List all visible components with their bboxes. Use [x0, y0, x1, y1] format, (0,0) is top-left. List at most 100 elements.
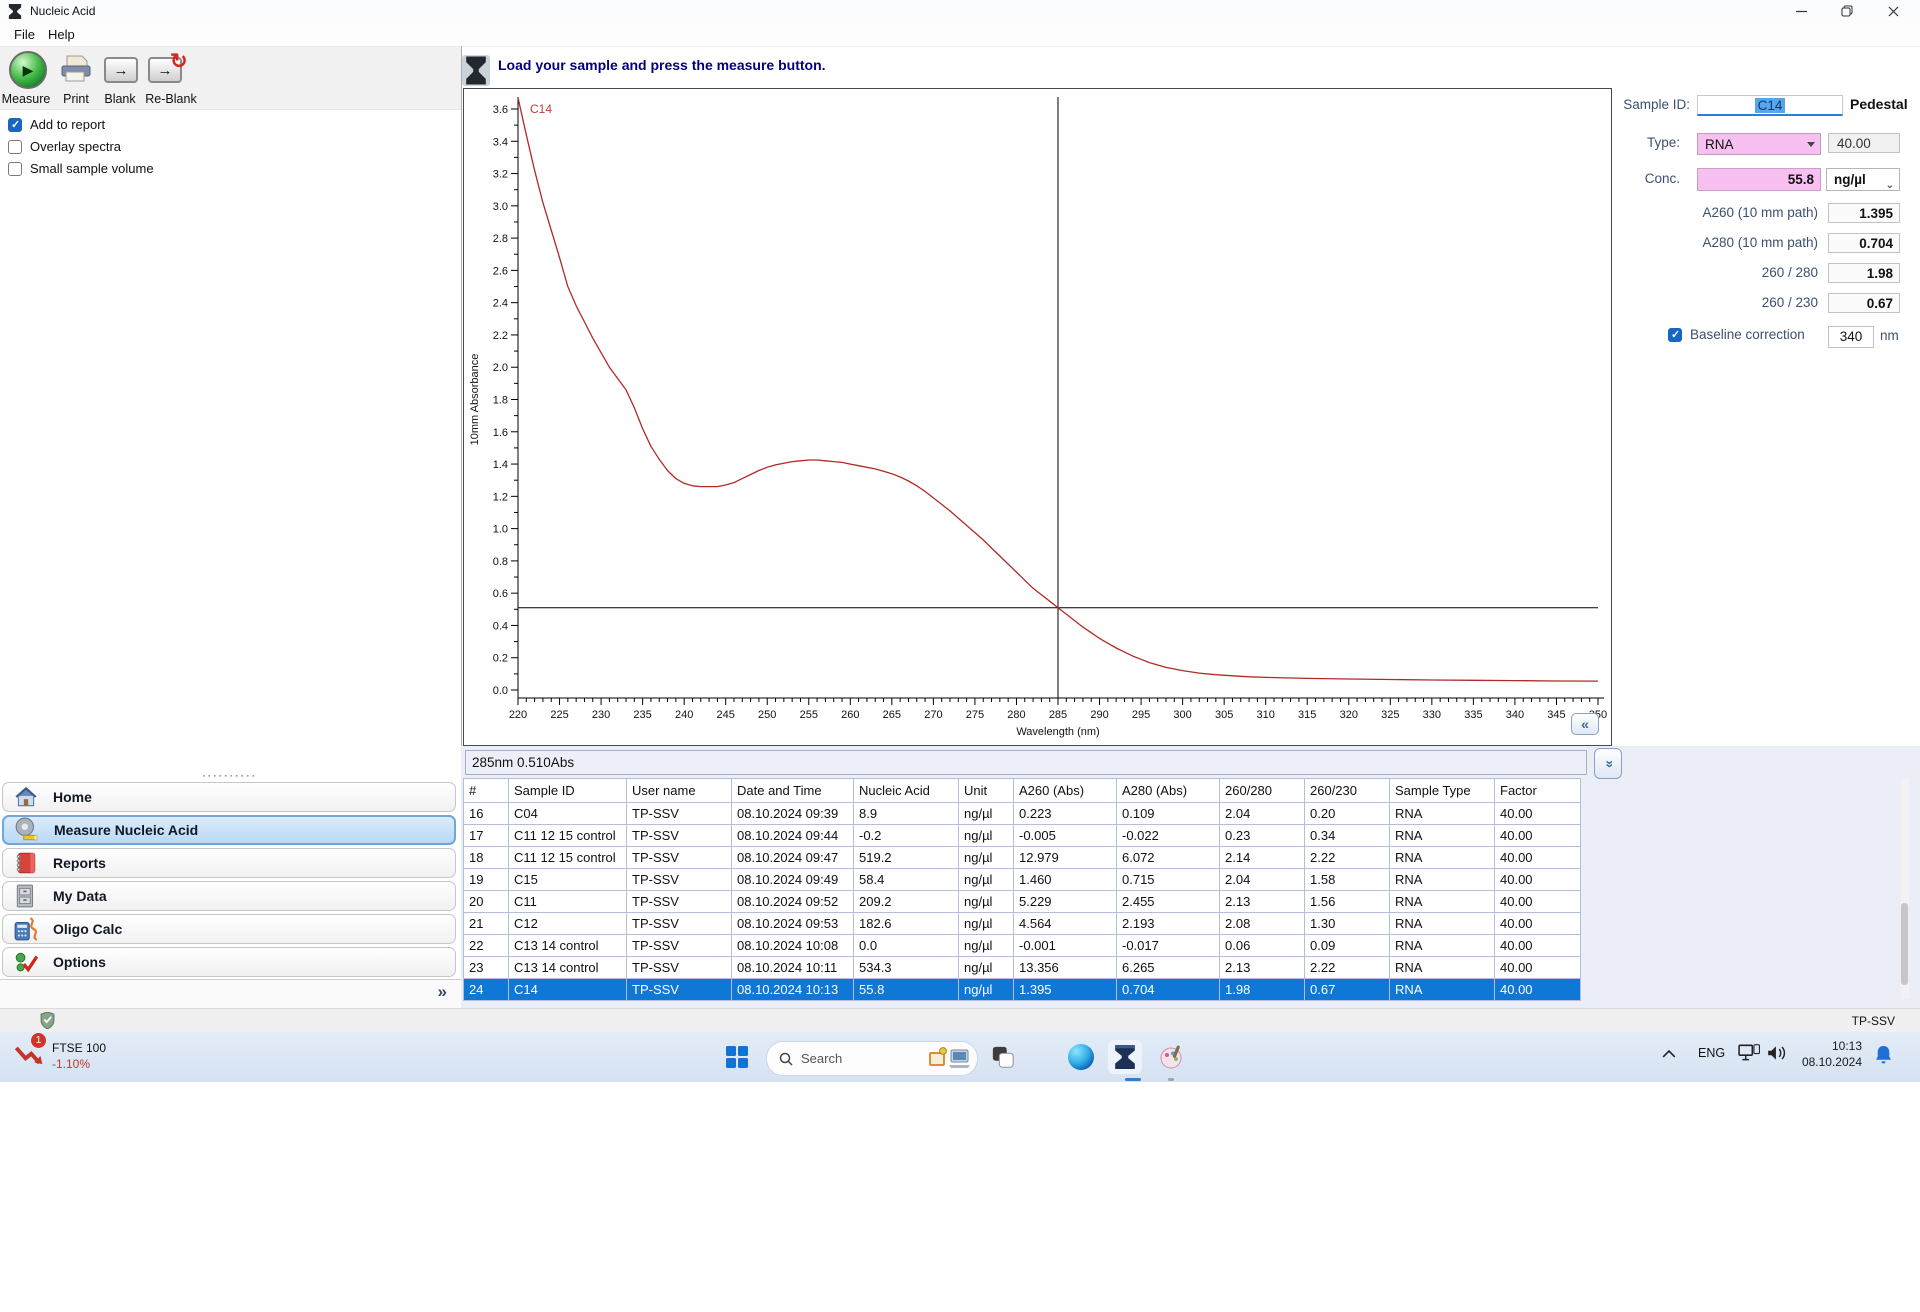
- table-row[interactable]: 19 C15 TP-SSV 08.10.2024 09:49 58.4 ng/µl 1.46…: [463, 868, 1581, 891]
- add-to-report-checkbox[interactable]: Add to report: [8, 117, 105, 132]
- table-header-cell[interactable]: 260/230: [1304, 778, 1390, 803]
- close-icon: [1888, 6, 1898, 16]
- checkbox-icon[interactable]: [1668, 327, 1682, 342]
- clock[interactable]: 10:13 08.10.2024: [1802, 1038, 1862, 1070]
- checkbox-icon[interactable]: [8, 161, 22, 176]
- blank-arrow-icon: →: [104, 57, 138, 83]
- tray-date: 08.10.2024: [1801, 1055, 1862, 1070]
- sidebar-item-home[interactable]: Home: [2, 782, 456, 812]
- conc-value-field[interactable]: 55.8: [1697, 168, 1821, 191]
- table-row[interactable]: 17 C11 12 15 control TP-SSV 08.10.2024 09:4…: [463, 824, 1581, 847]
- reblank-button[interactable]: → ↻: [148, 51, 188, 83]
- paint-app-button[interactable]: [1154, 1040, 1188, 1074]
- table-row[interactable]: 20 C11 TP-SSV 08.10.2024 09:52 209.2 ng/µl 5.2…: [463, 890, 1581, 913]
- baseline-correction-checkbox[interactable]: Baseline correction: [1668, 327, 1805, 342]
- close-button[interactable]: [1871, 0, 1915, 22]
- chevron-down-icon: [1807, 142, 1815, 147]
- checkbox-icon[interactable]: [8, 139, 22, 154]
- table-header-cell[interactable]: User name: [626, 778, 732, 803]
- tray-hidden-icons-button[interactable]: [1662, 1046, 1676, 1064]
- sidebar-item-my-data[interactable]: My Data: [2, 881, 456, 911]
- collapse-table-button[interactable]: «: [1594, 748, 1622, 779]
- svg-text:C14: C14: [530, 102, 552, 116]
- taskbar-search[interactable]: Search: [766, 1041, 978, 1076]
- sidebar-item-options[interactable]: Options: [2, 947, 456, 977]
- svg-text:1.2: 1.2: [493, 491, 508, 503]
- svg-text:3.2: 3.2: [493, 169, 508, 181]
- active-app-indicator: [1125, 1078, 1141, 1081]
- sample-id-input[interactable]: C14: [1697, 95, 1843, 116]
- minimize-button[interactable]: [1779, 0, 1823, 22]
- conc-unit-dropdown[interactable]: ng/µl ⌄: [1826, 168, 1900, 191]
- table-scrollbar-thumb[interactable]: [1901, 903, 1908, 985]
- sidebar-item-measure-nucleic-acid[interactable]: Measure Nucleic Acid: [2, 815, 456, 845]
- start-button[interactable]: [720, 1040, 754, 1074]
- volume-icon[interactable]: [1766, 1044, 1788, 1067]
- table-row[interactable]: 18 C11 12 15 control TP-SSV 08.10.2024 09:4…: [463, 846, 1581, 869]
- a260-label: A260 (10 mm path): [1702, 205, 1818, 220]
- edge-browser-button[interactable]: [1064, 1040, 1098, 1074]
- type-label: Type:: [1646, 135, 1680, 150]
- svg-text:220: 220: [509, 709, 527, 721]
- blank-button[interactable]: →: [104, 57, 138, 83]
- table-header-cell[interactable]: A280 (Abs): [1116, 778, 1220, 803]
- svg-text:0.4: 0.4: [493, 620, 508, 632]
- type-dropdown[interactable]: RNA: [1697, 133, 1821, 155]
- menu-help[interactable]: Help: [44, 26, 79, 43]
- svg-text:3.4: 3.4: [493, 136, 508, 148]
- nanodrop-app-button[interactable]: [1108, 1040, 1142, 1074]
- minimize-icon: [1795, 10, 1807, 12]
- sidebar-item-oligo-calc[interactable]: Oligo Calc: [2, 914, 456, 944]
- spectrum-chart[interactable]: 220 225 230 235 240 245 250 255 260 265 270 275 280 2…: [464, 89, 1611, 745]
- svg-text:2.4: 2.4: [493, 298, 508, 310]
- conc-label: Conc.: [1644, 171, 1680, 186]
- table-row[interactable]: 24 C14 TP-SSV 08.10.2024 10:13 55.8 ng/µl 1.39…: [463, 978, 1581, 1001]
- table-header-cell[interactable]: 260/280: [1219, 778, 1305, 803]
- table-row[interactable]: 16 C04 TP-SSV 08.10.2024 09:39 8.9 ng/µl 0.223…: [463, 802, 1581, 825]
- desktop: { "window": { "title": "Nucleic Acid" },…: [0, 0, 1920, 1312]
- sidebar-item-reports[interactable]: Reports: [2, 848, 456, 878]
- print-button[interactable]: [59, 54, 93, 89]
- notifications-button[interactable]: [1875, 1045, 1892, 1069]
- baseline-wavelength-field[interactable]: 340: [1828, 326, 1874, 348]
- overlay-spectra-checkbox[interactable]: Overlay spectra: [8, 139, 121, 154]
- svg-text:Wavelength (nm): Wavelength (nm): [1016, 726, 1099, 738]
- small-sample-volume-checkbox[interactable]: Small sample volume: [8, 161, 154, 176]
- table-row[interactable]: 22 C13 14 control TP-SSV 08.10.2024 10:08 0.…: [463, 934, 1581, 957]
- sidebar-expand-button[interactable]: »: [438, 982, 447, 1002]
- running-app-indicator: [1168, 1078, 1174, 1081]
- cursor-readout-field[interactable]: 285nm 0.510Abs: [465, 750, 1587, 775]
- task-view-button[interactable]: [986, 1040, 1020, 1074]
- table-header-cell[interactable]: A260 (Abs): [1013, 778, 1117, 803]
- baseline-unit-label: nm: [1880, 328, 1899, 343]
- table-header-cell[interactable]: #: [463, 778, 509, 803]
- table-header-cell[interactable]: Date and Time: [731, 778, 854, 803]
- table-header-cell[interactable]: Unit: [958, 778, 1014, 803]
- restore-button[interactable]: [1825, 0, 1869, 22]
- tray-time: 10:13: [1831, 1039, 1862, 1053]
- table-row[interactable]: 21 C12 TP-SSV 08.10.2024 09:53 182.6 ng/µl 4.5…: [463, 912, 1581, 935]
- checkbox-icon[interactable]: [8, 117, 22, 132]
- svg-text:320: 320: [1340, 709, 1358, 721]
- table-header-cell[interactable]: Sample ID: [508, 778, 627, 803]
- measure-button[interactable]: ▶: [9, 51, 47, 89]
- table-header-cell[interactable]: Nucleic Acid: [853, 778, 959, 803]
- svg-text:305: 305: [1215, 709, 1233, 721]
- panel-splitter-handle[interactable]: ▪▪▪▪▪▪▪▪▪▪: [160, 773, 300, 780]
- table-header-cell[interactable]: Factor: [1494, 778, 1581, 803]
- menu-file[interactable]: File: [10, 26, 39, 43]
- windows-logo-icon: [726, 1046, 748, 1068]
- baseline-correction-label: Baseline correction: [1690, 327, 1805, 342]
- collapse-panel-button[interactable]: «: [1571, 713, 1599, 735]
- ratio-260-230-value: 0.67: [1828, 293, 1900, 313]
- table-header-cell[interactable]: Sample Type: [1389, 778, 1495, 803]
- language-indicator[interactable]: ENG: [1698, 1046, 1725, 1060]
- instrument-status-icon: [462, 55, 490, 91]
- title-bar: Nucleic Acid: [0, 0, 1920, 22]
- oligo-calc-icon: [14, 917, 38, 941]
- network-icon[interactable]: [1738, 1042, 1760, 1067]
- results-table[interactable]: # Sample ID User name Date and Time Nucleic …: [463, 778, 1581, 1001]
- taskbar-widget[interactable]: 1 FTSE 100 -1.10%: [0, 1032, 220, 1082]
- svg-text:0.6: 0.6: [493, 588, 508, 600]
- table-row[interactable]: 23 C13 14 control TP-SSV 08.10.2024 10:11 53…: [463, 956, 1581, 979]
